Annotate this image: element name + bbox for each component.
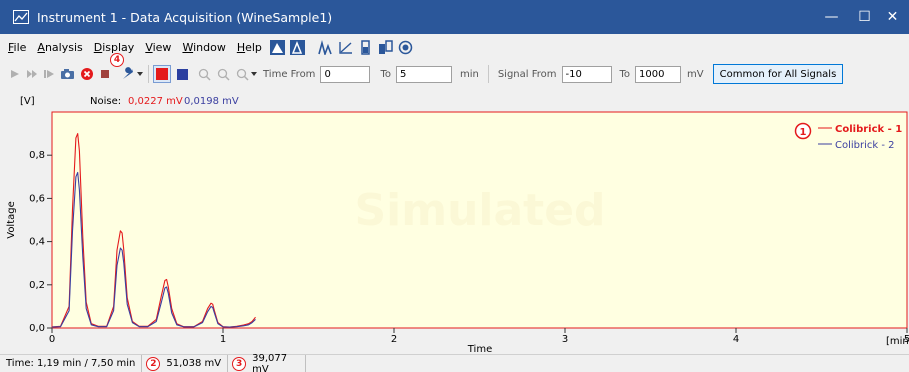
time-to-label: To <box>380 68 391 80</box>
y-tick-label: 0,2 <box>29 280 45 291</box>
window-title: Instrument 1 - Data Acquisition (WineSam… <box>37 9 333 25</box>
menu-display[interactable]: Display <box>94 41 135 54</box>
signal-to-label: To <box>619 68 631 80</box>
chevron-down-icon[interactable] <box>136 65 144 83</box>
zoom-chevron-down-icon[interactable] <box>250 65 258 83</box>
signal-to-input[interactable]: 1000 <box>635 65 682 83</box>
callout-badge-2: 2 <box>146 356 161 371</box>
red-series-toggle-icon[interactable] <box>153 65 171 83</box>
x-axis-label: Time <box>467 344 492 354</box>
calibration-icon[interactable] <box>338 40 353 55</box>
peak-report-icon[interactable] <box>289 39 305 55</box>
x-tick-label: 1 <box>220 334 226 345</box>
menu-bar: File Analysis Display View Window Help <box>0 34 909 60</box>
zoom-out-icon[interactable] <box>215 65 231 83</box>
signal-from-input[interactable]: -10 <box>561 65 612 83</box>
toolbar-divider <box>148 65 149 83</box>
callout-badge-4: 4 <box>110 53 124 67</box>
toolbar-divider <box>487 65 489 83</box>
menu-view[interactable]: View <box>145 41 171 54</box>
x-unit-label: [min] <box>886 336 909 347</box>
title-bar: Instrument 1 - Data Acquisition (WineSam… <box>0 0 909 34</box>
time-from-label: Time From <box>263 68 316 80</box>
camera-icon[interactable] <box>59 65 75 83</box>
signal-from-label: Signal From <box>497 68 557 80</box>
mountain-icon[interactable] <box>269 39 285 55</box>
play-icon[interactable] <box>8 65 22 83</box>
signal-unit-label: mV <box>687 68 704 80</box>
x-tick-label: 4 <box>733 334 739 345</box>
chromatogram-panel: Simulated 0 1 2 3 4 5 0,0 0,2 0,4 0,6 0,8 [V] Nois… <box>0 88 909 355</box>
fast-forward-icon[interactable] <box>25 65 39 83</box>
menu-help[interactable]: Help <box>237 41 262 54</box>
menu-analysis[interactable]: Analysis <box>37 41 82 54</box>
minimize-button[interactable]: — <box>815 0 848 34</box>
sequence-icon[interactable] <box>378 39 393 55</box>
legend-label-series-1: Colibrick - 1 <box>835 124 902 135</box>
chromatogram-chart[interactable]: Simulated 0 1 2 3 4 50,00,20,40,60,8 [V] Nois… <box>0 88 909 355</box>
stop-square-icon[interactable] <box>98 65 112 83</box>
acquisition-toolbar: Time From 0 To 5 min Signal From -10 To … <box>0 60 909 88</box>
time-from-input[interactable]: 0 <box>320 65 371 83</box>
target-icon[interactable] <box>398 40 413 55</box>
blue-series-toggle-icon[interactable] <box>174 65 190 83</box>
status-signal-2: 39,077 mV <box>246 353 307 372</box>
watermark-text: Simulated <box>354 185 605 236</box>
y-tick-label: 0,6 <box>29 193 45 204</box>
chart-app-icon <box>13 10 29 24</box>
zoom-in-icon[interactable] <box>196 65 212 83</box>
svg-text:1: 1 <box>800 127 807 138</box>
y-tick-label: 0,4 <box>29 237 45 248</box>
noise-value-series-2: 0,0198 mV <box>184 96 239 107</box>
zoom-reset-icon[interactable] <box>234 65 250 83</box>
x-tick-label: 2 <box>391 334 397 345</box>
close-button[interactable]: ✕ <box>876 0 909 34</box>
vial-icon[interactable] <box>358 39 373 55</box>
peaks-icon[interactable] <box>318 39 333 57</box>
y-unit-label: [V] <box>20 96 35 107</box>
wrench-icon[interactable] <box>118 65 136 83</box>
status-bar: Time: 1,19 min / 7,50 min 2 51,038 mV 3 … <box>0 353 909 372</box>
x-tick-label: 0 <box>49 334 55 345</box>
x-tick-label: 3 <box>562 334 568 345</box>
time-unit-label: min <box>459 68 479 80</box>
noise-value-series-1: 0,0227 mV <box>128 96 183 107</box>
menu-window[interactable]: Window <box>182 41 225 54</box>
y-tick-label: 0,0 <box>29 323 45 334</box>
callout-badge-3: 3 <box>232 356 247 371</box>
noise-label: Noise: <box>90 96 121 107</box>
common-for-all-signals-button[interactable]: Common for All Signals <box>712 64 844 84</box>
y-axis-label: Voltage <box>6 201 17 239</box>
menu-file[interactable]: File <box>8 41 26 54</box>
status-signal-1: 51,038 mV <box>160 354 229 372</box>
step-icon[interactable] <box>42 65 56 83</box>
time-to-input[interactable]: 5 <box>395 65 452 83</box>
callout-badge-1: 1 <box>794 122 812 140</box>
status-time: Time: 1,19 min / 7,50 min <box>0 354 143 372</box>
stop-circle-icon[interactable] <box>79 65 95 83</box>
y-tick-label: 0,8 <box>29 150 45 161</box>
legend-label-series-2: Colibrick - 2 <box>835 140 895 151</box>
